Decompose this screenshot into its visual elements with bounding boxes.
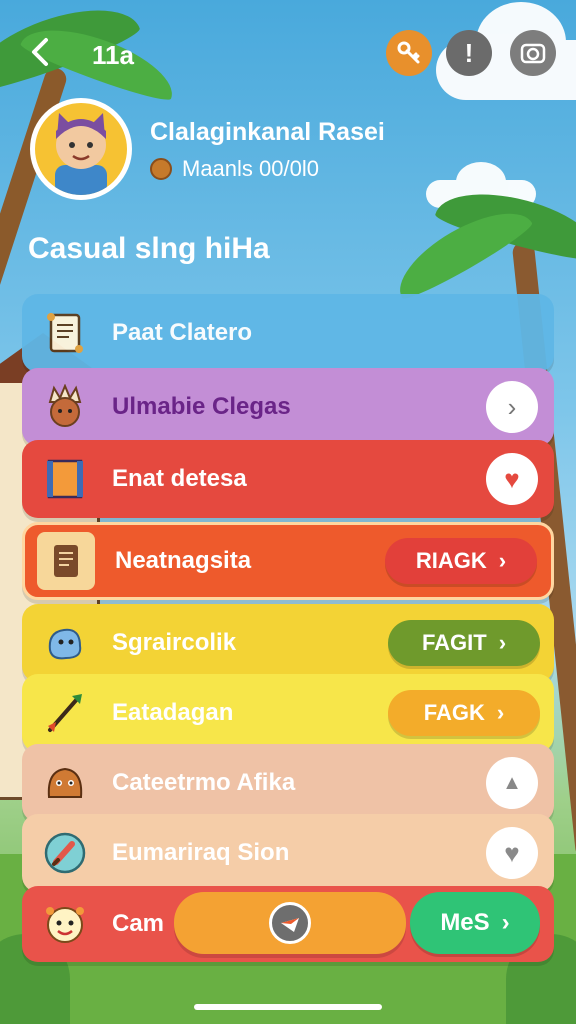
list-item-label: Sgraircolik (112, 629, 237, 656)
action-button[interactable]: FAGIT › (388, 620, 540, 666)
chevron-right-button[interactable]: › (486, 381, 538, 433)
heart-icon: ♥ (504, 463, 520, 494)
chevron-right-icon: › (507, 391, 517, 422)
coin-icon (150, 158, 172, 180)
profile-name: Clalaginkanal Rasei (150, 118, 385, 146)
list-item[interactable]: Neatnagsita RIAGK › (22, 522, 554, 600)
list-item-label: Enat detesa (112, 465, 247, 492)
profile-subtitle-text: Maanls 00/0l0 (182, 156, 319, 181)
chief-icon (40, 382, 90, 432)
upload-icon: ▲ (502, 771, 522, 794)
banner-icon (40, 454, 90, 504)
list-item[interactable]: Ulmabie Clegas › (22, 368, 554, 446)
monster-icon (40, 758, 90, 808)
chevron-right-icon: › (498, 630, 507, 655)
key-icon (397, 41, 420, 64)
action-button[interactable]: RIAGK › (385, 538, 537, 584)
chevron-right-icon: › (498, 548, 507, 573)
avatar[interactable] (30, 98, 132, 200)
list-item-label: Eatadagan (112, 699, 234, 726)
list-item-label: Paat Clatero (112, 319, 253, 346)
list-item[interactable]: Paat Clatero (22, 294, 554, 372)
list-item-label: Eumariraq Sion (112, 839, 290, 866)
action-button-label: FAGIT (421, 630, 487, 655)
list-item-label: Cateetrmo Afika (112, 769, 296, 796)
upload-button[interactable]: ▲ (486, 757, 538, 809)
list-item[interactable]: Cateetrmo Afika ▲ (22, 744, 554, 822)
list-item-label: Cam (112, 910, 165, 937)
favorite-button[interactable]: ♥ (486, 453, 538, 505)
action-button[interactable]: FAGK › (388, 690, 540, 736)
list-item-label: Ulmabie Clegas (112, 393, 291, 420)
home-indicator[interactable] (194, 1004, 382, 1010)
key-button[interactable] (386, 30, 432, 76)
camera-icon (520, 43, 546, 64)
info-icon: ! (464, 37, 474, 68)
arrow-icon (40, 688, 90, 738)
brush-icon (40, 828, 90, 878)
more-button-label: MeS (440, 909, 490, 936)
cat-avatar-icon (55, 113, 107, 195)
camera-button[interactable] (510, 30, 556, 76)
page-title: 11a (92, 40, 134, 70)
list-item[interactable]: Eatadagan FAGK › (22, 674, 554, 752)
top-bar: 11a ! (0, 28, 576, 78)
center-action-button[interactable] (174, 892, 406, 954)
chevron-right-icon: › (501, 909, 510, 936)
favorite-button[interactable]: ♥ (486, 827, 538, 879)
list-item[interactable]: Eumariraq Sion ♥ (22, 814, 554, 892)
scroll-icon (40, 308, 90, 358)
heart-outline-icon: ♥ (504, 837, 520, 868)
action-button-label: RIAGK (415, 548, 487, 573)
section-title: Casual slng hiHa (28, 232, 270, 265)
creature-icon (40, 618, 90, 668)
more-button[interactable]: MeS › (410, 892, 540, 954)
action-button-label: FAGK (423, 700, 485, 725)
chevron-right-icon: › (496, 700, 505, 725)
chevron-left-icon[interactable] (24, 34, 60, 70)
list-item[interactable]: Sgraircolik FAGIT › (22, 604, 554, 682)
list-item-label: Neatnagsita (115, 547, 252, 574)
list-item[interactable]: Enat detesa ♥ (22, 440, 554, 518)
compass-icon (269, 902, 311, 944)
info-button[interactable]: ! (446, 30, 492, 76)
face-icon (40, 899, 90, 949)
document-icon (37, 532, 95, 590)
profile-subtitle: Maanls 00/0l0 (150, 156, 319, 182)
